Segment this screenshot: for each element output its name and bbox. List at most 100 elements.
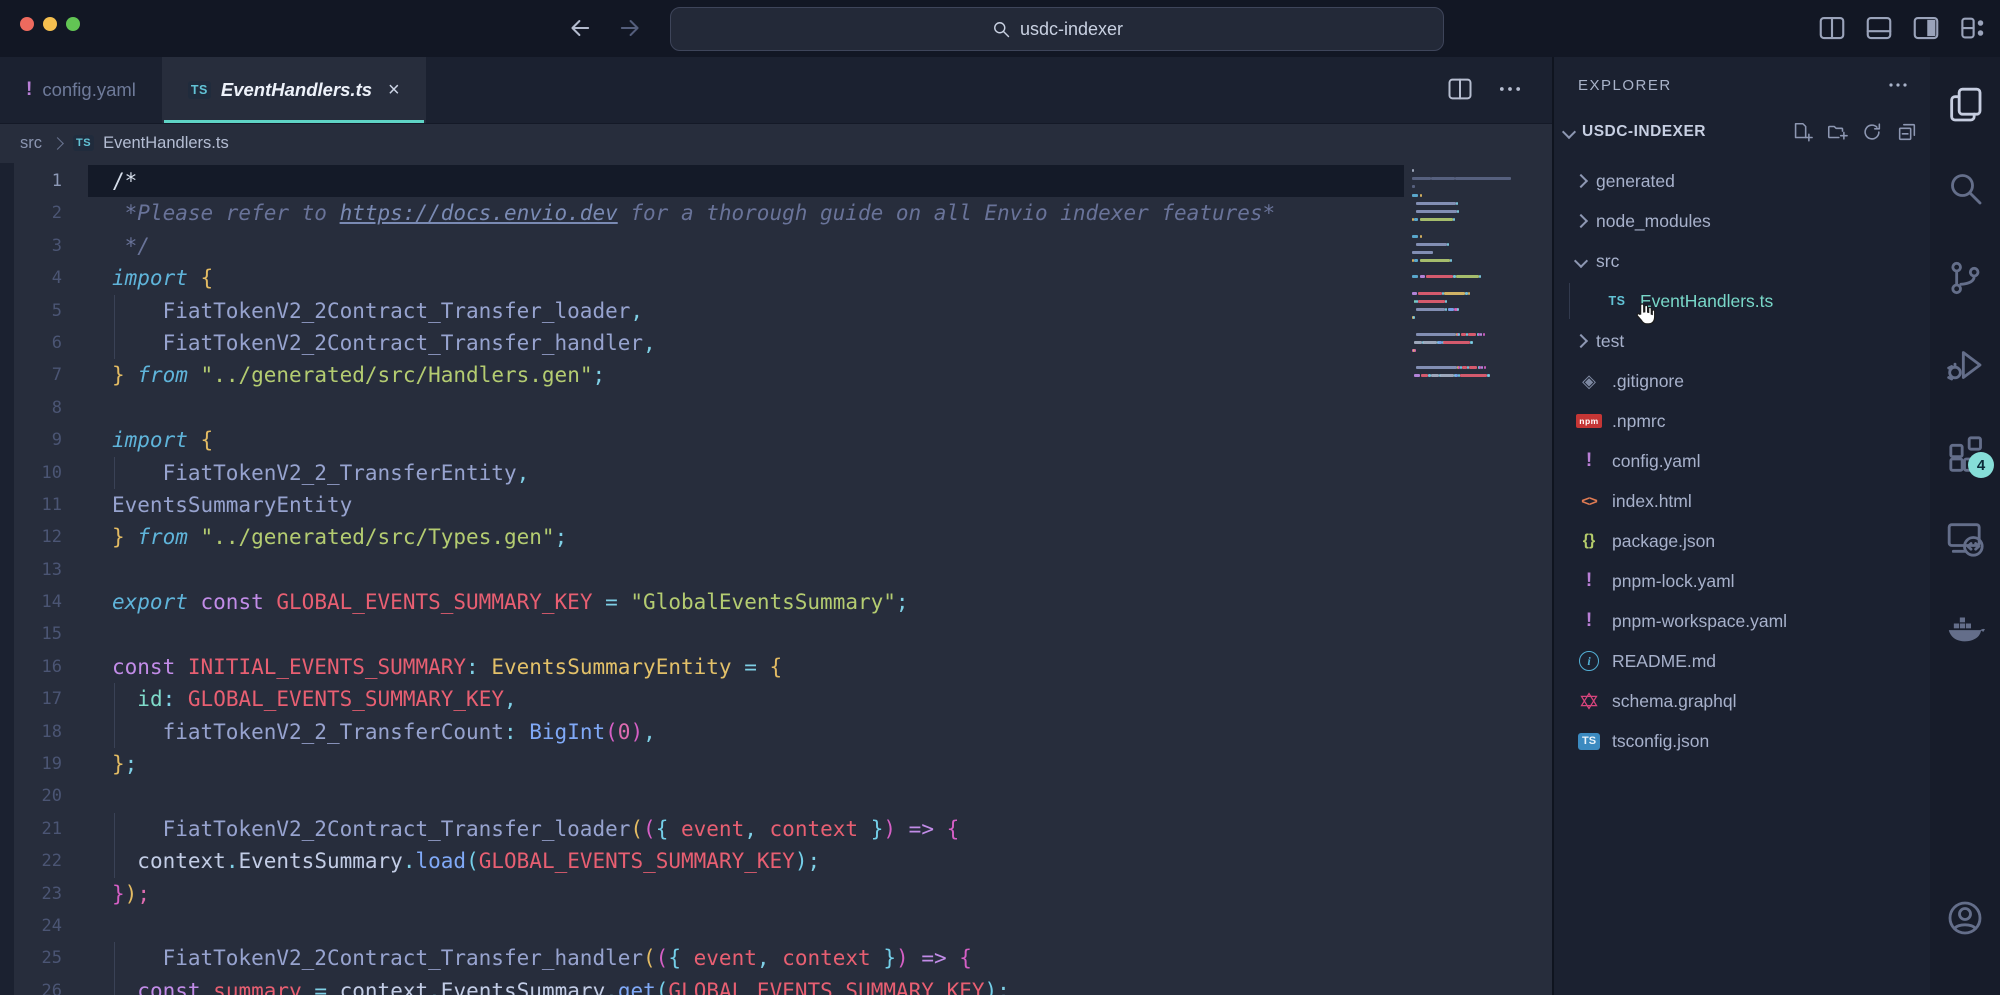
- code-line-14: 14export const GLOBAL_EVENTS_SUMMARY_KEY…: [0, 586, 1552, 618]
- line-number: 19: [0, 748, 62, 780]
- code-lines: 1/*2 *Please refer to https://docs.envio…: [0, 165, 1552, 995]
- breadcrumb-item-EventHandlers.ts[interactable]: EventHandlers.ts: [103, 134, 229, 153]
- line-number: 17: [0, 683, 62, 715]
- close-icon[interactable]: ×: [388, 79, 400, 102]
- line-number: 20: [0, 780, 62, 812]
- tab-config.yaml[interactable]: !config.yaml: [0, 57, 162, 123]
- minimap-line: [1412, 259, 1530, 262]
- account-icon: [1945, 898, 1985, 938]
- tree-item-.gitignore[interactable]: ◈.gitignore: [1554, 361, 1932, 401]
- minimap-line: [1412, 226, 1530, 229]
- activity-search[interactable]: [1945, 168, 1985, 208]
- tree-item-node_modules[interactable]: node_modules: [1554, 201, 1932, 241]
- yaml-warning-icon: !: [26, 79, 32, 101]
- collapse-all-icon[interactable]: [1896, 121, 1918, 143]
- activity-explorer[interactable]: [1945, 85, 1985, 125]
- minimap-line: [1412, 194, 1530, 197]
- code-text: const summary = context.EventsSummary.ge…: [62, 975, 1010, 995]
- new-folder-icon[interactable]: [1826, 121, 1848, 143]
- code-text: [62, 910, 112, 942]
- breadcrumb[interactable]: srcTSEventHandlers.ts: [0, 123, 1552, 163]
- minimap-line: [1412, 341, 1530, 344]
- explorer-title: EXPLORER: [1578, 77, 1672, 94]
- split-columns-icon[interactable]: [1817, 13, 1847, 43]
- tree-item-pnpm-lock.yaml[interactable]: !pnpm-lock.yaml: [1554, 561, 1932, 601]
- activity-docker[interactable]: [1945, 608, 1985, 648]
- tree-item-README.md[interactable]: iREADME.md: [1554, 641, 1932, 681]
- tree-item-src[interactable]: src: [1554, 241, 1932, 281]
- split-editor-icon[interactable]: [1446, 75, 1474, 103]
- explorer-section-usdc-indexer[interactable]: USDC-INDEXER: [1564, 115, 1918, 149]
- layout-customize-icon[interactable]: [1958, 13, 1988, 43]
- code-text: context.EventsSummary.load(GLOBAL_EVENTS…: [62, 845, 820, 877]
- tree-item-.npmrc[interactable]: npm.npmrc: [1554, 401, 1932, 441]
- code-text: });: [62, 878, 150, 910]
- line-number: 7: [0, 359, 62, 391]
- code-line-8: 8: [0, 392, 1552, 424]
- extensions-badge: 4: [1968, 452, 1994, 478]
- code-line-2: 2 *Please refer to https://docs.envio.de…: [0, 197, 1552, 229]
- tab-bar: !config.yamlTSEventHandlers.ts×: [0, 57, 1552, 124]
- close-light-icon[interactable]: [20, 17, 34, 31]
- code-line-4: 4import {: [0, 262, 1552, 294]
- code-line-15: 15: [0, 618, 1552, 650]
- tree-item-index.html[interactable]: <>index.html: [1554, 481, 1932, 521]
- minimap-line: [1412, 308, 1530, 311]
- more-actions-icon[interactable]: [1886, 73, 1910, 97]
- activity-run-debug[interactable]: [1945, 345, 1985, 385]
- line-number: 21: [0, 813, 62, 845]
- tree-item-label: pnpm-lock.yaml: [1612, 571, 1735, 592]
- command-center-search[interactable]: usdc-indexer: [670, 7, 1444, 51]
- line-number: 15: [0, 618, 62, 650]
- line-number: 18: [0, 716, 62, 748]
- panel-right-icon[interactable]: [1911, 13, 1941, 43]
- activity-source-control[interactable]: [1945, 258, 1985, 298]
- more-actions-icon[interactable]: [1496, 75, 1524, 103]
- tree-item-label: node_modules: [1596, 211, 1711, 232]
- workspace-name: USDC-INDEXER: [1582, 123, 1706, 141]
- tree-item-EventHandlers.ts[interactable]: TSEventHandlers.ts: [1554, 281, 1932, 321]
- tree-item-config.yaml[interactable]: !config.yaml: [1554, 441, 1932, 481]
- activity-account[interactable]: [1945, 898, 1985, 938]
- activity-remote-explorer[interactable]: [1945, 518, 1985, 558]
- tree-item-label: index.html: [1612, 491, 1692, 512]
- minimize-light-icon[interactable]: [43, 17, 57, 31]
- minimap-line: [1412, 218, 1530, 221]
- code-text: FiatTokenV2_2Contract_Transfer_handler,: [62, 327, 656, 359]
- tree-item-package.json[interactable]: {}package.json: [1554, 521, 1932, 561]
- minimap-line: [1412, 251, 1530, 254]
- zoom-light-icon[interactable]: [66, 17, 80, 31]
- code-line-12: 12} from "../generated/src/Types.gen";: [0, 521, 1552, 553]
- tree-item-test[interactable]: test: [1554, 321, 1932, 361]
- code-line-13: 13: [0, 554, 1552, 586]
- minimap-line: [1412, 374, 1530, 377]
- window-layout-controls: [1817, 13, 1988, 43]
- line-number: 1: [0, 165, 62, 197]
- tree-item-generated[interactable]: generated: [1554, 161, 1932, 201]
- docker-icon: [1945, 608, 1985, 648]
- tree-item-tsconfig.json[interactable]: TStsconfig.json: [1554, 721, 1932, 761]
- minimap-line: [1412, 292, 1530, 295]
- minimap-line: [1412, 325, 1530, 328]
- code-editor[interactable]: 1/*2 *Please refer to https://docs.envio…: [0, 163, 1552, 995]
- breadcrumb-item-src[interactable]: src: [20, 134, 42, 153]
- chevron-down-icon: [1574, 254, 1588, 268]
- tree-item-pnpm-workspace.yaml[interactable]: !pnpm-workspace.yaml: [1554, 601, 1932, 641]
- new-file-icon[interactable]: [1791, 121, 1813, 143]
- tree-item-label: test: [1596, 331, 1624, 352]
- code-text: FiatTokenV2_2_TransferEntity,: [62, 457, 529, 489]
- code-line-6: 6 FiatTokenV2_2Contract_Transfer_handler…: [0, 327, 1552, 359]
- code-text: FiatTokenV2_2Contract_Transfer_loader,: [62, 295, 643, 327]
- back-arrow-icon[interactable]: [566, 14, 594, 42]
- panel-bottom-icon[interactable]: [1864, 13, 1894, 43]
- code-line-18: 18 fiatTokenV2_2_TransferCount: BigInt(0…: [0, 716, 1552, 748]
- forward-arrow-icon[interactable]: [616, 14, 644, 42]
- line-number: 6: [0, 327, 62, 359]
- refresh-icon[interactable]: [1861, 121, 1883, 143]
- tree-item-schema.graphql[interactable]: schema.graphql: [1554, 681, 1932, 721]
- minimap[interactable]: [1412, 169, 1530, 382]
- files-icon: [1945, 85, 1985, 125]
- line-number: 12: [0, 521, 62, 553]
- tab-EventHandlers.ts[interactable]: TSEventHandlers.ts×: [162, 57, 426, 123]
- minimap-line: [1412, 210, 1530, 213]
